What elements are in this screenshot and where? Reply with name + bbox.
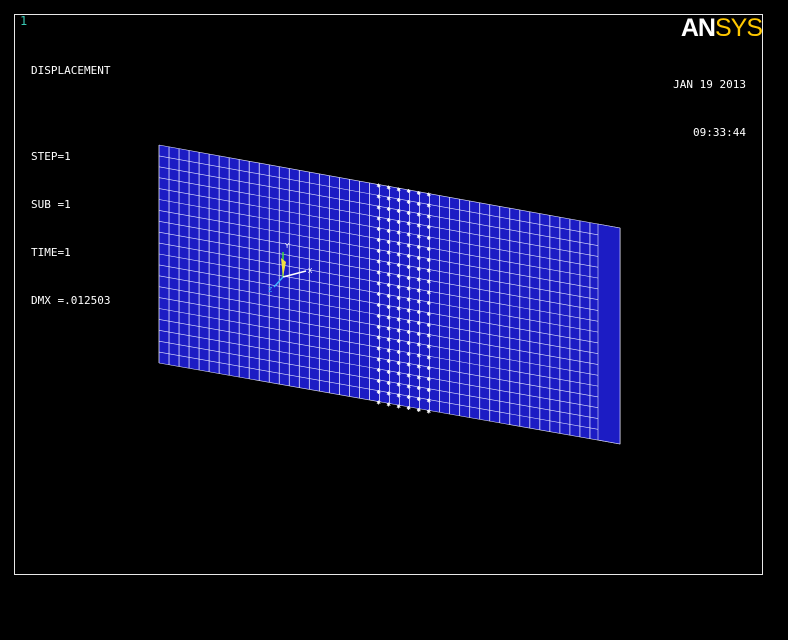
model-view[interactable]: ✱✱✱✱✱✱✱✱✱✱✱✱✱✱✱✱✱✱✱✱✱✱✱✱✱✱✱✱✱✱✱✱✱✱✱✱✱✱✱✱… <box>0 0 788 640</box>
triad-z-label: Z <box>268 286 272 294</box>
mesh-side-face <box>597 223 621 445</box>
